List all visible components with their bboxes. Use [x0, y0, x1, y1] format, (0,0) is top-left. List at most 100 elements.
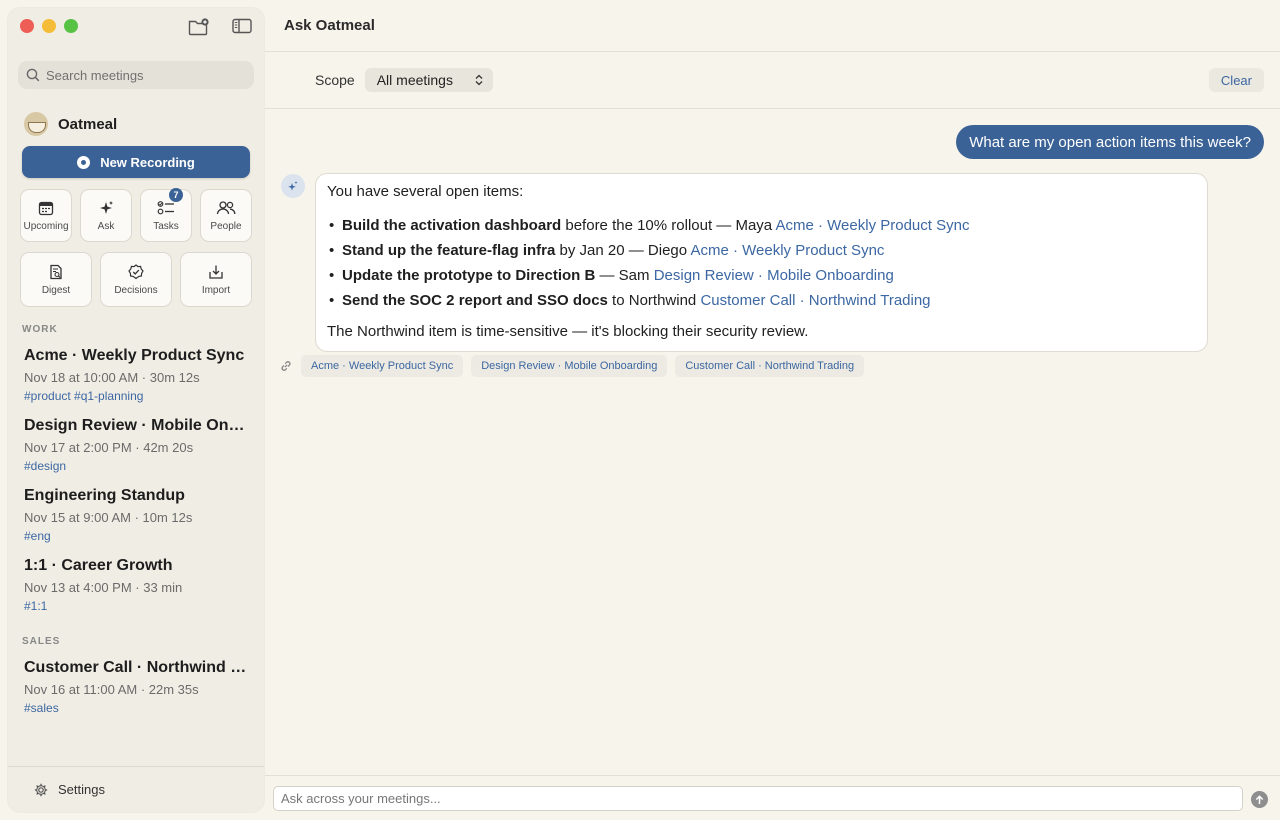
- meeting-title: Acme · Weekly Product Sync: [24, 347, 245, 364]
- action-item-title: Send the SOC 2 report and SSO docs: [342, 292, 608, 309]
- window-controls: [20, 19, 78, 33]
- folder-plus-icon: [188, 18, 209, 36]
- send-button[interactable]: [1251, 791, 1268, 808]
- meeting-title: 1:1 · Career Growth: [24, 557, 173, 574]
- zoom-window-button[interactable]: [64, 19, 78, 33]
- scope-select[interactable]: All meetings: [364, 68, 493, 92]
- tile-digest[interactable]: Digest: [20, 252, 92, 307]
- meeting-item[interactable]: 1:1 · Career Growth Nov 13 at 4:00 PM · …: [24, 557, 250, 613]
- toggle-sidebar-button[interactable]: [232, 18, 252, 36]
- search-input[interactable]: [46, 67, 246, 83]
- tile-label: Import: [201, 284, 231, 296]
- action-item-title: Update the prototype to Direction B: [342, 267, 596, 284]
- meeting-link[interactable]: Acme · Weekly Product Sync: [690, 242, 884, 259]
- action-item: Send the SOC 2 report and SSO docs to No…: [327, 288, 1196, 313]
- arrow-up-icon: [1255, 794, 1264, 804]
- meeting-title: Customer Call · Northwind Trading: [24, 659, 250, 676]
- source-chip[interactable]: Customer Call · Northwind Trading: [675, 355, 865, 377]
- link-icon: [281, 361, 291, 371]
- scope-toolbar: Scope All meetings Clear: [265, 52, 1280, 109]
- meeting-link[interactable]: Design Review · Mobile Onboarding: [654, 267, 894, 284]
- action-item-detail: before the 10% rollout — Maya: [561, 217, 776, 234]
- check-seal-icon: [128, 263, 144, 279]
- assistant-answer: You have several open items: Build the a…: [315, 173, 1208, 352]
- answer-closing: The Northwind item is time-sensitive — i…: [327, 323, 809, 340]
- chevron-updown-icon: [475, 74, 483, 86]
- tile-label: Decisions: [114, 284, 158, 296]
- tasks-count-badge: 7: [169, 188, 183, 202]
- tile-label: Ask: [97, 220, 115, 232]
- tile-label: Upcoming: [23, 220, 69, 232]
- action-item-title: Stand up the feature-flag infra: [342, 242, 556, 259]
- action-item: Stand up the feature-flag infra by Jan 2…: [327, 238, 1196, 263]
- meeting-meta: Nov 18 at 10:00 AM · 30m 12s: [24, 370, 200, 385]
- new-recording-label: New Recording: [100, 154, 195, 170]
- answer-intro: You have several open items:: [327, 183, 524, 200]
- search-icon: [26, 68, 40, 82]
- tile-import[interactable]: Import: [180, 252, 252, 307]
- meeting-item[interactable]: Customer Call · Northwind Trading Nov 16…: [24, 659, 250, 715]
- record-icon: [77, 155, 91, 169]
- meeting-link[interactable]: Acme · Weekly Product Sync: [776, 217, 970, 234]
- close-window-button[interactable]: [20, 19, 34, 33]
- action-items-list: Build the activation dashboard before th…: [327, 213, 1196, 313]
- meeting-meta: Nov 17 at 2:00 PM · 42m 20s: [24, 440, 194, 455]
- meeting-link[interactable]: Customer Call · Northwind Trading: [700, 292, 930, 309]
- scope-label: Scope: [315, 72, 355, 88]
- meeting-meta: Nov 15 at 9:00 AM · 10m 12s: [24, 510, 193, 525]
- brand-name: Oatmeal: [58, 115, 118, 133]
- assistant-avatar: [281, 174, 305, 198]
- source-chip[interactable]: Design Review · Mobile Onboarding: [471, 355, 668, 377]
- import-icon: [209, 265, 223, 279]
- action-item-detail: — Sam: [595, 267, 654, 284]
- tile-label: Digest: [41, 284, 71, 296]
- scope-value: All meetings: [376, 72, 453, 88]
- meeting-tags[interactable]: #product #q1-planning: [24, 389, 250, 403]
- meeting-meta: Nov 13 at 4:00 PM · 33 min: [24, 580, 183, 595]
- section-label-sales: SALES: [22, 636, 61, 647]
- clear-button[interactable]: Clear: [1208, 68, 1264, 92]
- document-search-icon: [50, 264, 62, 279]
- new-recording-button[interactable]: New Recording: [22, 146, 250, 178]
- settings-label: Settings: [58, 782, 105, 797]
- minimize-window-button[interactable]: [42, 19, 56, 33]
- meeting-title: Design Review · Mobile Onboarding: [24, 417, 250, 434]
- meeting-item[interactable]: Engineering Standup Nov 15 at 9:00 AM · …: [24, 487, 250, 543]
- sidebar-toolbar: [188, 18, 252, 36]
- new-folder-button[interactable]: [188, 18, 210, 36]
- gear-icon: [34, 783, 48, 796]
- action-item: Build the activation dashboard before th…: [327, 213, 1196, 238]
- ask-input[interactable]: [273, 786, 1243, 811]
- main-panel: Ask Oatmeal Scope All meetings Clear Wha…: [265, 0, 1280, 820]
- meeting-tags[interactable]: #1:1: [24, 599, 250, 613]
- settings-button[interactable]: Settings: [8, 766, 264, 812]
- sources-row: Acme · Weekly Product Sync Design Review…: [279, 355, 865, 377]
- meeting-tags[interactable]: #design: [24, 459, 250, 473]
- search-box[interactable]: [18, 61, 254, 89]
- tile-decisions[interactable]: Decisions: [100, 252, 172, 307]
- section-label-work: WORK: [22, 324, 58, 335]
- tile-ask[interactable]: Ask: [80, 189, 132, 242]
- page-title: Ask Oatmeal: [265, 0, 1280, 52]
- tile-people[interactable]: People: [200, 189, 252, 242]
- tile-upcoming[interactable]: Upcoming: [20, 189, 72, 242]
- sidebar-icon: [232, 18, 252, 34]
- tile-label: People: [210, 220, 242, 232]
- sidebar: Oatmeal New Recording Upcoming Ask 7 Tas…: [8, 8, 264, 812]
- source-chip[interactable]: Acme · Weekly Product Sync: [301, 355, 464, 377]
- tile-tasks[interactable]: 7 Tasks: [140, 188, 192, 242]
- brand: Oatmeal: [24, 112, 117, 136]
- meeting-tags[interactable]: #sales: [24, 701, 250, 715]
- meeting-item[interactable]: Design Review · Mobile Onboarding Nov 17…: [24, 417, 250, 473]
- checklist-icon: [157, 200, 174, 214]
- tile-label: Tasks: [153, 220, 179, 232]
- sparkles-icon: [288, 181, 298, 191]
- action-item-detail: to Northwind: [607, 292, 701, 309]
- meeting-item[interactable]: Acme · Weekly Product Sync Nov 18 at 10:…: [24, 347, 250, 403]
- action-item-detail: by Jan 20 — Diego: [555, 242, 691, 259]
- user-message-bubble: What are my open action items this week?: [956, 125, 1264, 159]
- sparkles-icon: [100, 200, 113, 214]
- people-icon: [216, 200, 236, 214]
- action-item: Update the prototype to Direction B — Sa…: [327, 263, 1196, 288]
- meeting-tags[interactable]: #eng: [24, 529, 250, 543]
